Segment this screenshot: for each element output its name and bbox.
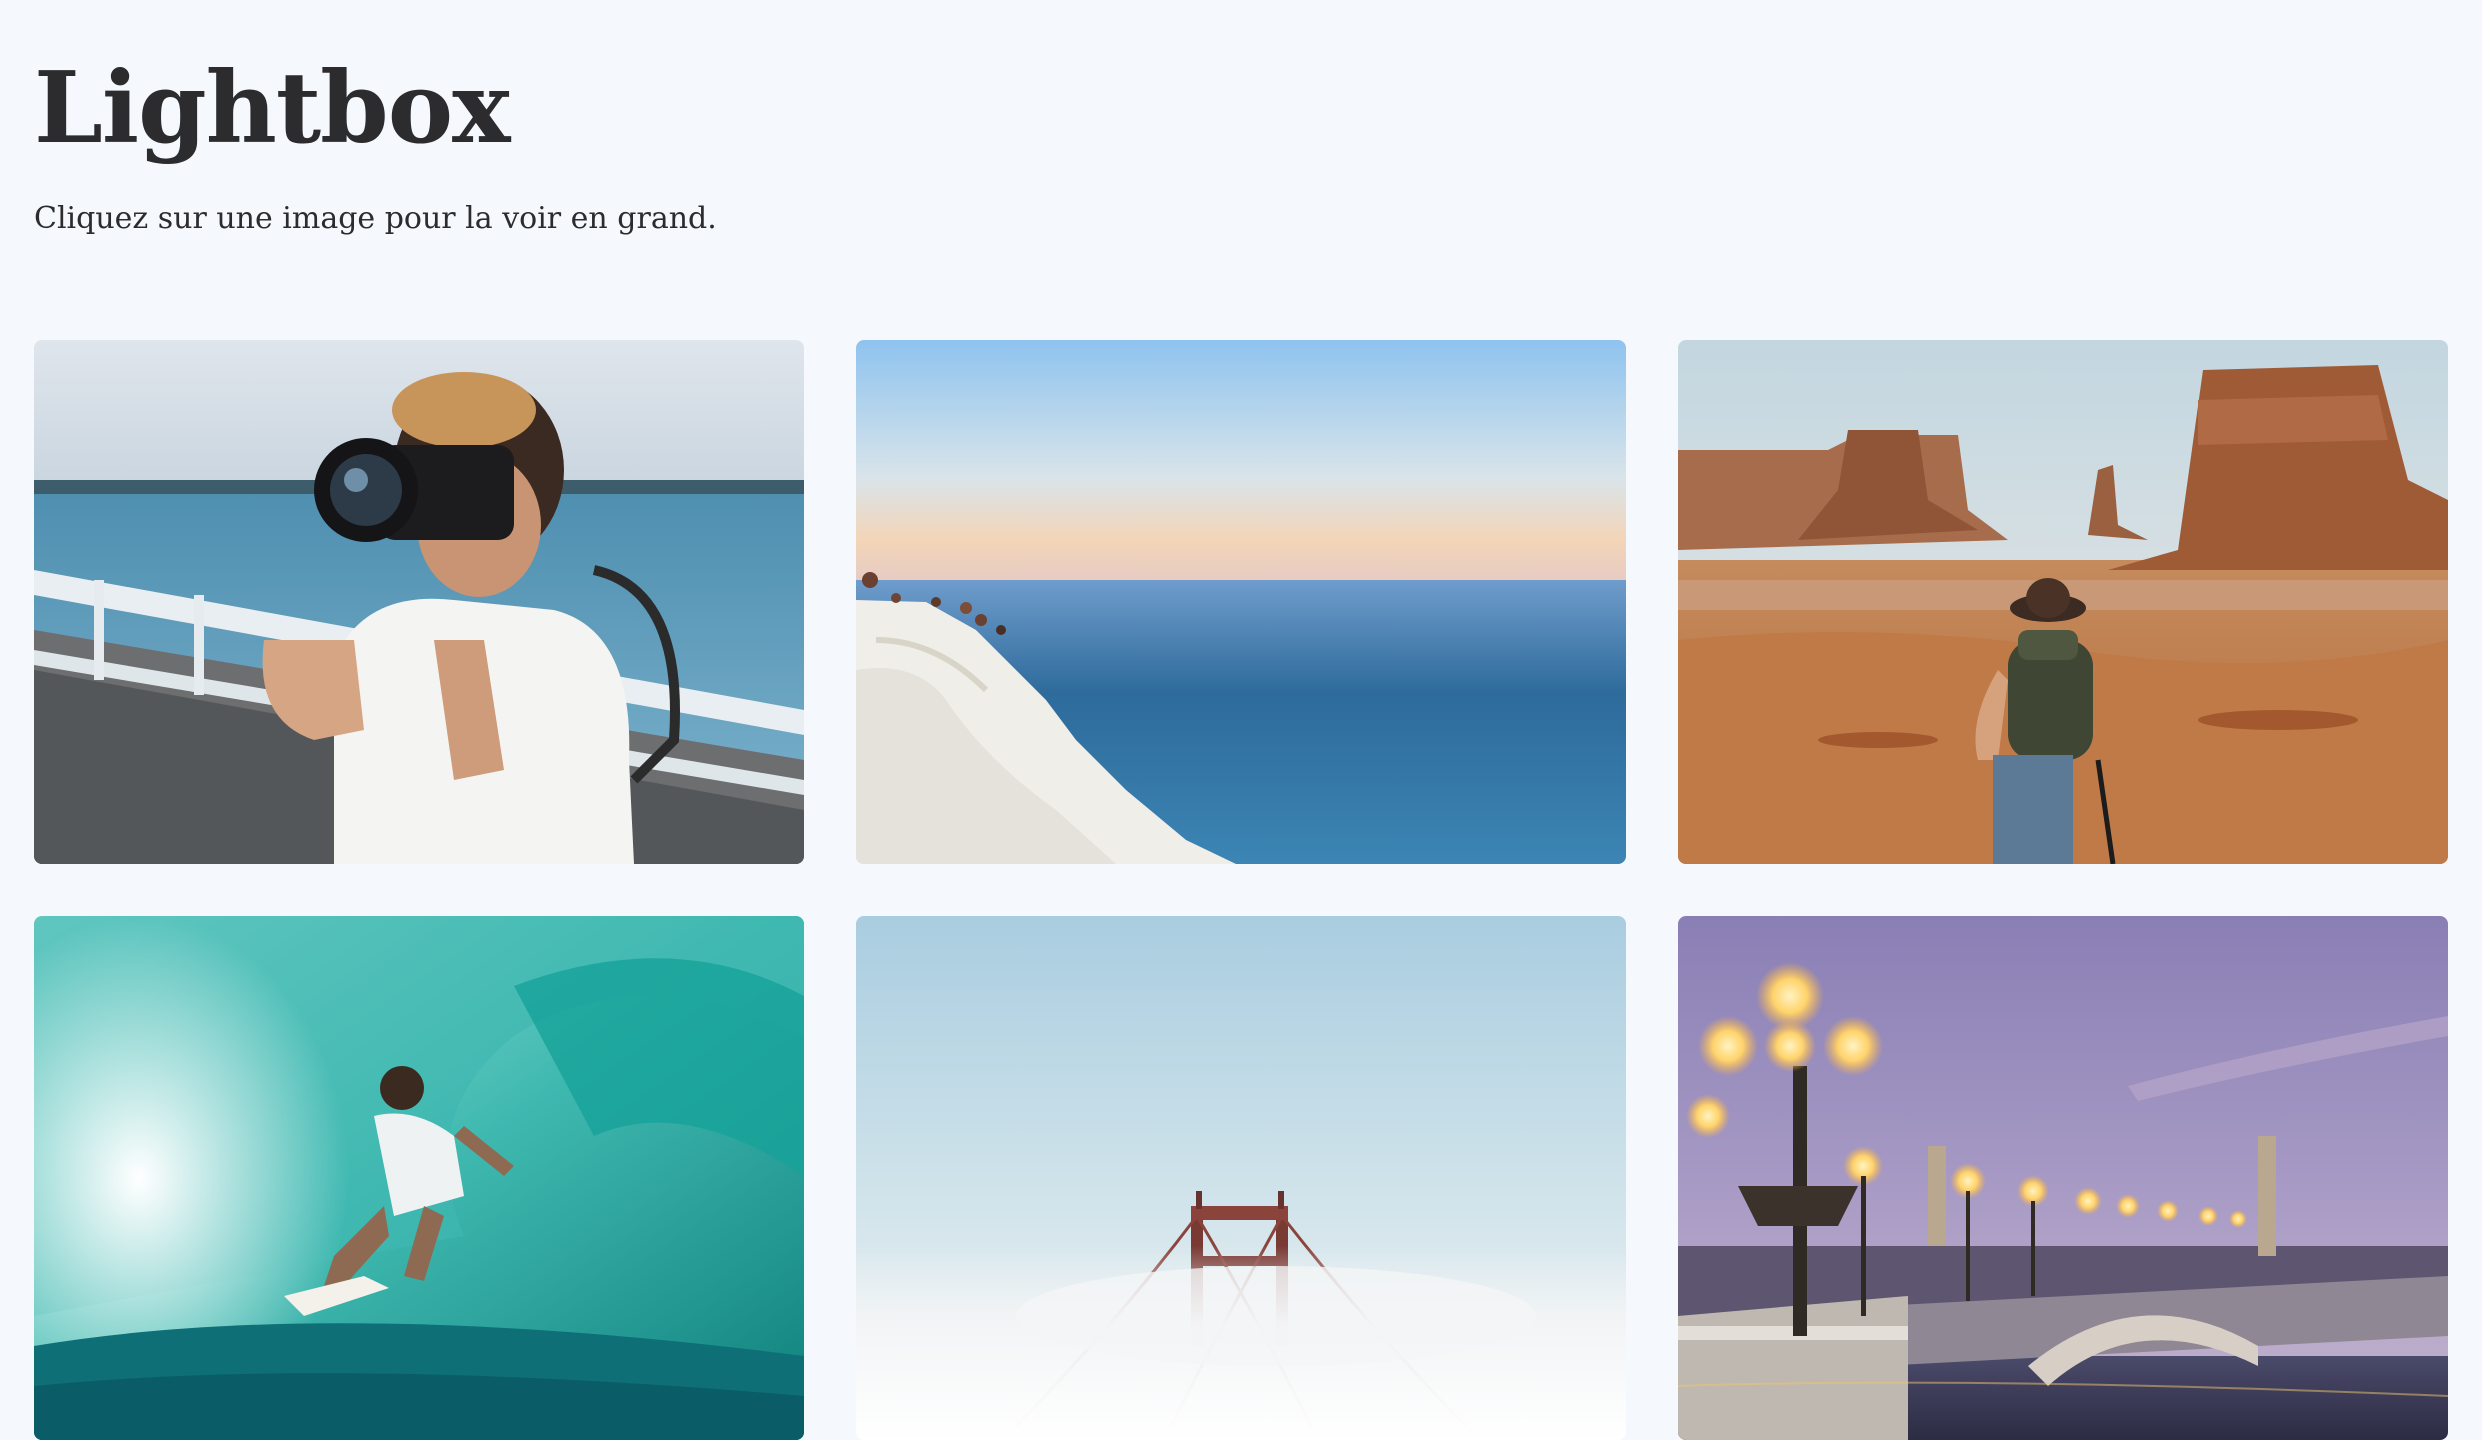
paris-bridge-image [1678, 916, 2448, 1440]
gallery-image-surfer[interactable]: surfer-in-wave-barrel [34, 916, 804, 1440]
gallery-image-photographer[interactable]: photographer-on-pier [34, 340, 804, 864]
lightbox-page: Lightbox Cliquez sur une image pour la v… [0, 0, 2482, 1440]
gallery-image-paris-bridge[interactable]: bridge-with-street-lamps-at-dusk [1678, 916, 2448, 1440]
page-title: Lightbox [34, 51, 510, 166]
gallery-image-desert[interactable]: hiker-in-desert-buttes [1678, 340, 2448, 864]
desert-image [1678, 340, 2448, 864]
cliffs-image [856, 340, 1626, 864]
gallery-image-bridge-fog[interactable]: bridge-tower-in-fog [856, 916, 1626, 1440]
gallery-image-cliffs[interactable]: white-cliffs-by-sea [856, 340, 1626, 864]
bridge-fog-image [856, 916, 1626, 1440]
surfer-image [34, 916, 804, 1440]
image-gallery: photographer-on-pier [34, 340, 2448, 1440]
photographer-image [34, 340, 804, 864]
page-subtitle: Cliquez sur une image pour la voir en gr… [34, 201, 717, 236]
